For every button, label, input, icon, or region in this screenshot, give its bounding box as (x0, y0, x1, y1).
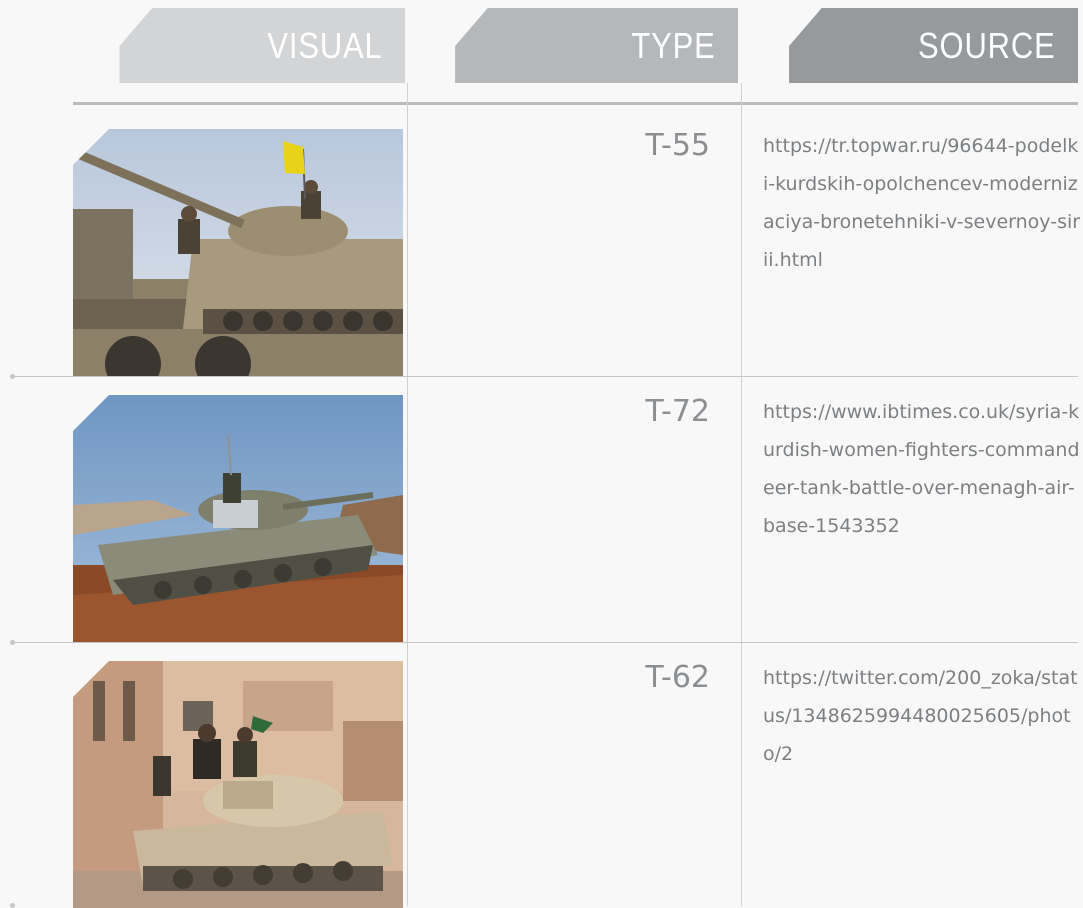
type-cell: T-55 (645, 128, 710, 163)
header-rule (73, 102, 1078, 105)
source-link[interactable]: https://www.ibtimes.co.uk/syria-kurdish-… (763, 393, 1083, 545)
source-link[interactable]: https://tr.topwar.ru/96644-podelki-kurds… (763, 127, 1083, 279)
column-divider-1 (407, 83, 408, 906)
tank-on-dirt-road-photo (73, 395, 403, 642)
row-bullet (10, 640, 15, 645)
column-header-type: TYPE (455, 8, 738, 83)
column-header-source-label: SOURCE (918, 24, 1056, 66)
column-header-visual-label: VISUAL (267, 24, 383, 66)
tank-on-truck-trailer-photo (73, 129, 403, 376)
tank-in-town-photo (73, 661, 403, 908)
type-cell: T-72 (645, 394, 710, 429)
row-bullet (10, 374, 15, 379)
source-link[interactable]: https://twitter.com/200_zoka/status/1348… (763, 659, 1083, 773)
column-header-visual: VISUAL (119, 8, 405, 83)
row-separator (12, 376, 1078, 377)
column-divider-2 (741, 83, 742, 906)
type-cell: T-62 (645, 660, 710, 695)
row-separator (12, 642, 1078, 643)
column-header-source: SOURCE (789, 8, 1078, 83)
column-header-type-label: TYPE (631, 24, 716, 66)
